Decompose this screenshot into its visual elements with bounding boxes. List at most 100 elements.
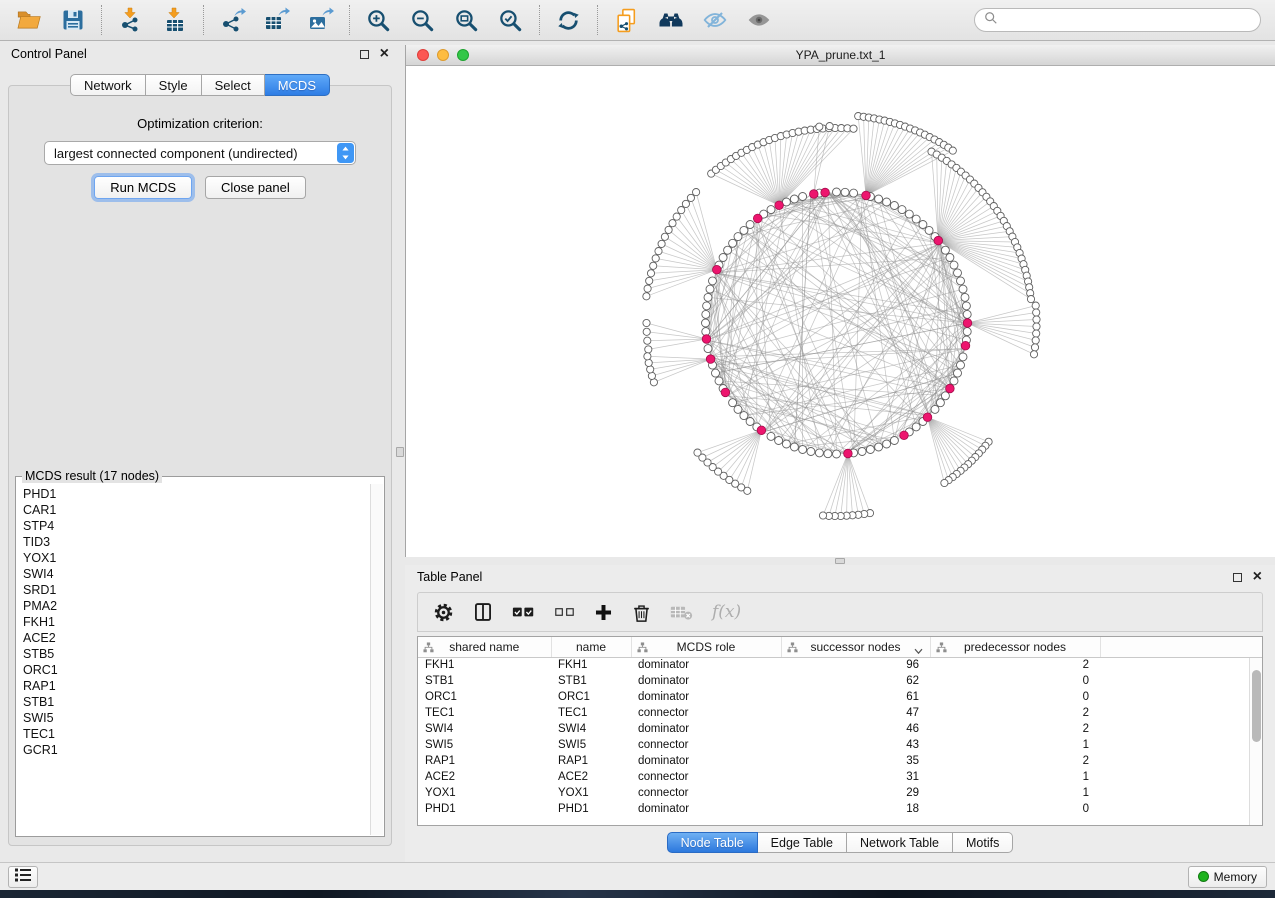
column-header-MCDS-role[interactable]: MCDS role	[631, 637, 781, 657]
cell[interactable]: TEC1	[551, 705, 631, 721]
float-panel-icon[interactable]	[360, 50, 369, 59]
run-mcds-button[interactable]: Run MCDS	[94, 176, 192, 199]
cell[interactable]: 18	[781, 801, 930, 817]
mcds-result-item[interactable]: PMA2	[23, 598, 369, 614]
add-column-button[interactable]	[594, 603, 613, 622]
tab-motifs[interactable]: Motifs	[953, 832, 1013, 853]
show-all-button[interactable]	[740, 4, 777, 36]
tab-select[interactable]: Select	[202, 74, 265, 96]
split-view-button[interactable]	[473, 602, 493, 622]
cell[interactable]: dominator	[631, 753, 781, 769]
table-row[interactable]: YOX1YOX1connector291	[418, 785, 1262, 801]
cell[interactable]: YOX1	[418, 785, 551, 801]
cell[interactable]: 35	[781, 753, 930, 769]
cell[interactable]: RAP1	[551, 753, 631, 769]
column-header-successor-nodes[interactable]: successor nodes	[781, 637, 930, 657]
save-session-button[interactable]	[54, 4, 91, 36]
select-all-button[interactable]	[512, 604, 535, 620]
export-image-button[interactable]	[302, 4, 339, 36]
zoom-selected-button[interactable]	[492, 4, 529, 36]
hide-selected-button[interactable]	[696, 4, 733, 36]
cell[interactable]: 31	[781, 769, 930, 785]
cell[interactable]: connector	[631, 705, 781, 721]
tab-network-table[interactable]: Network Table	[847, 832, 953, 853]
network-canvas[interactable]	[406, 66, 1275, 557]
cell[interactable]: 2	[930, 657, 1100, 673]
cell[interactable]: SWI4	[551, 721, 631, 737]
cell[interactable]: dominator	[631, 673, 781, 689]
cell[interactable]: dominator	[631, 657, 781, 673]
cell[interactable]: 0	[930, 801, 1100, 817]
close-window-icon[interactable]	[417, 49, 429, 61]
cell[interactable]: 43	[781, 737, 930, 753]
open-file-button[interactable]	[10, 4, 47, 36]
tab-style[interactable]: Style	[146, 74, 202, 96]
cell[interactable]: dominator	[631, 801, 781, 817]
mcds-result-item[interactable]: PHD1	[23, 486, 369, 502]
column-header-shared-name[interactable]: shared name	[418, 637, 551, 657]
first-neighbors-button[interactable]	[652, 4, 689, 36]
cell[interactable]: 1	[930, 785, 1100, 801]
cell[interactable]: ACE2	[551, 769, 631, 785]
vertical-splitter-grip[interactable]	[396, 447, 404, 457]
horizontal-splitter-grip[interactable]	[835, 558, 845, 564]
cell[interactable]: TEC1	[418, 705, 551, 721]
maximize-window-icon[interactable]	[457, 49, 469, 61]
zoom-fit-button[interactable]	[448, 4, 485, 36]
close-panel-button[interactable]: Close panel	[205, 176, 306, 199]
refresh-layout-button[interactable]	[550, 4, 587, 36]
table-scrollbar-thumb[interactable]	[1252, 670, 1261, 742]
cell[interactable]: SWI5	[551, 737, 631, 753]
mcds-result-item[interactable]: ORC1	[23, 662, 369, 678]
column-header-predecessor-nodes[interactable]: predecessor nodes	[930, 637, 1100, 657]
cell[interactable]: 62	[781, 673, 930, 689]
table-row[interactable]: SWI5SWI5connector431	[418, 737, 1262, 753]
mcds-result-item[interactable]: SWI4	[23, 566, 369, 582]
cell[interactable]: 46	[781, 721, 930, 737]
cell[interactable]: 29	[781, 785, 930, 801]
import-network-button[interactable]	[112, 4, 149, 36]
table-row[interactable]: ACE2ACE2connector311	[418, 769, 1262, 785]
cell[interactable]: FKH1	[551, 657, 631, 673]
deselect-all-button[interactable]	[554, 605, 575, 619]
duplicate-network-button[interactable]	[608, 4, 645, 36]
zoom-in-button[interactable]	[360, 4, 397, 36]
cell[interactable]: PHD1	[551, 801, 631, 817]
table-row[interactable]: ORC1ORC1dominator610	[418, 689, 1262, 705]
table-row[interactable]: RAP1RAP1dominator352	[418, 753, 1262, 769]
cell[interactable]: PHD1	[418, 801, 551, 817]
cell[interactable]: 61	[781, 689, 930, 705]
mcds-result-item[interactable]: CAR1	[23, 502, 369, 518]
cell[interactable]: connector	[631, 769, 781, 785]
cell[interactable]: FKH1	[418, 657, 551, 673]
mcds-result-item[interactable]: STB5	[23, 646, 369, 662]
criterion-select[interactable]: largest connected component (undirected)	[44, 141, 356, 165]
mcds-result-item[interactable]: FKH1	[23, 614, 369, 630]
cell[interactable]: YOX1	[551, 785, 631, 801]
mcds-result-item[interactable]: STB1	[23, 694, 369, 710]
minimize-window-icon[interactable]	[437, 49, 449, 61]
mcds-result-item[interactable]: STP4	[23, 518, 369, 534]
mcds-list-scrollbar[interactable]	[370, 484, 383, 835]
cell[interactable]: dominator	[631, 721, 781, 737]
horizontal-splitter[interactable]	[405, 557, 1275, 565]
cell[interactable]: connector	[631, 737, 781, 753]
cell[interactable]: 1	[930, 769, 1100, 785]
cell[interactable]: 0	[930, 689, 1100, 705]
cell[interactable]: 2	[930, 721, 1100, 737]
memory-button[interactable]: Memory	[1188, 866, 1267, 888]
cell[interactable]: 96	[781, 657, 930, 673]
table-row[interactable]: TEC1TEC1connector472	[418, 705, 1262, 721]
export-table-button[interactable]	[258, 4, 295, 36]
mcds-result-item[interactable]: TEC1	[23, 726, 369, 742]
cell[interactable]: 2	[930, 705, 1100, 721]
mcds-result-item[interactable]: RAP1	[23, 678, 369, 694]
cell[interactable]: SWI4	[418, 721, 551, 737]
mcds-result-item[interactable]: GCR1	[23, 742, 369, 758]
cell[interactable]: 47	[781, 705, 930, 721]
cell[interactable]: ORC1	[551, 689, 631, 705]
table-settings-button[interactable]	[433, 602, 454, 623]
tab-mcds[interactable]: MCDS	[265, 74, 330, 96]
table-row[interactable]: SWI4SWI4dominator462	[418, 721, 1262, 737]
cell[interactable]: RAP1	[418, 753, 551, 769]
